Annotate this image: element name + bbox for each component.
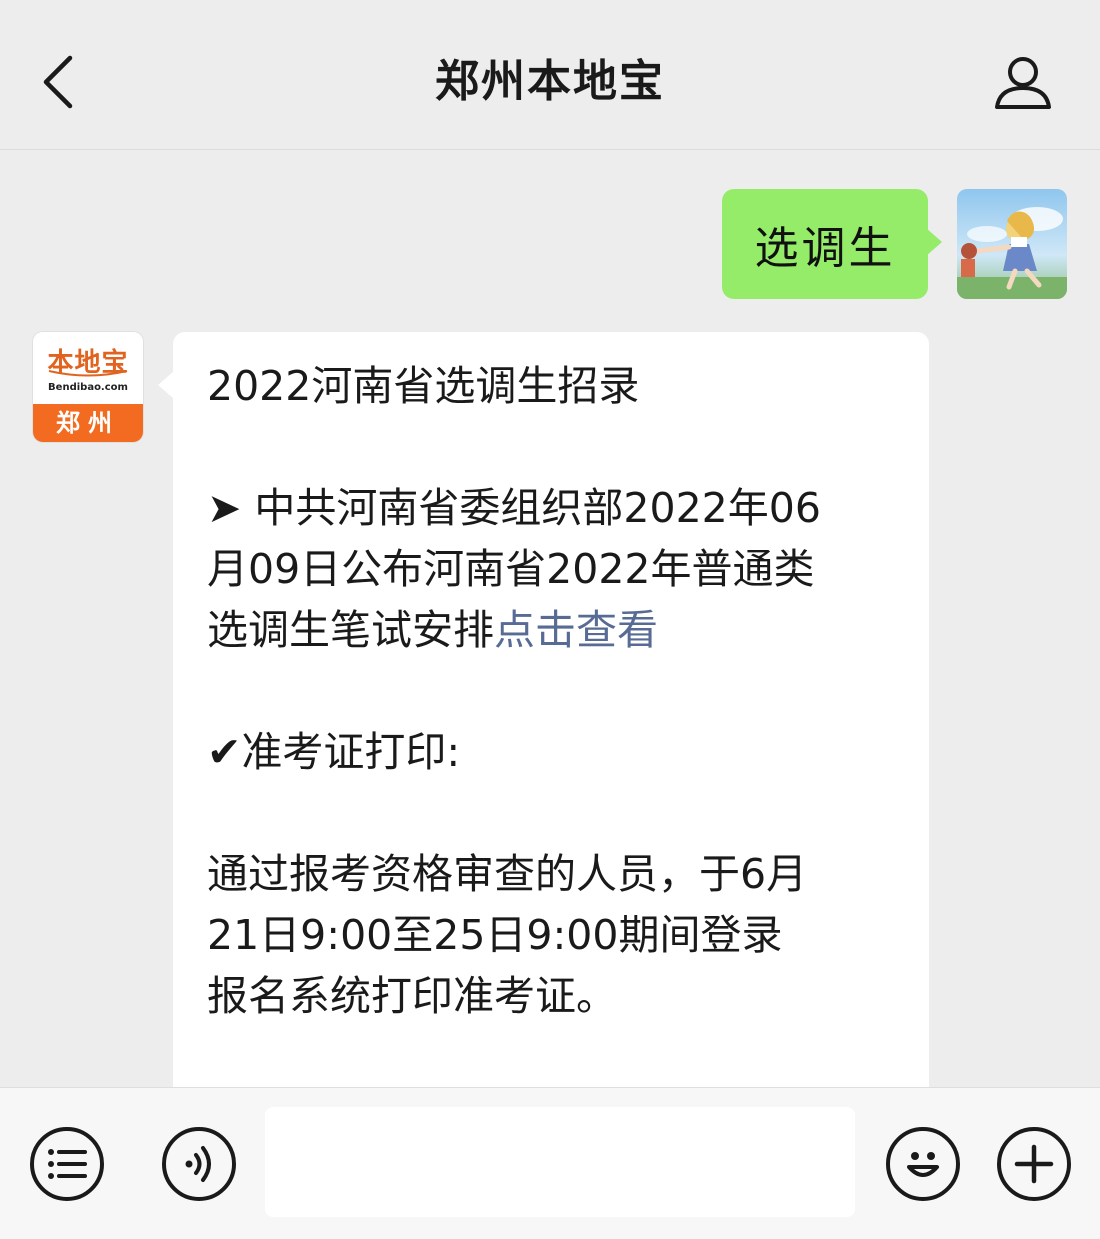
outgoing-bubble-tail bbox=[926, 228, 942, 256]
message-input[interactable] bbox=[265, 1107, 855, 1217]
voice-button[interactable] bbox=[162, 1127, 236, 1201]
voice-icon bbox=[185, 1146, 211, 1182]
outgoing-message-text: 选调生 bbox=[754, 223, 896, 274]
admission-ticket-heading: ✔准考证打印: bbox=[207, 722, 899, 783]
announcement-text-3: 选调生笔试安排 bbox=[207, 606, 494, 654]
bot-avatar-logo: 本地宝 Bendibao.com bbox=[33, 332, 143, 400]
announcement-line: ➤ 中共河南省委组织部2022年06 bbox=[207, 478, 899, 539]
profile-button[interactable] bbox=[986, 48, 1060, 118]
arrow-icon: ➤ bbox=[207, 484, 242, 532]
bot-avatar[interactable]: 本地宝 Bendibao.com 郑州 bbox=[33, 332, 143, 442]
announcement-text-2: 月09日公布河南省2022年普通类 bbox=[207, 545, 815, 593]
incoming-message-bubble[interactable]: 2022河南省选调生招录 ➤ 中共河南省委组织部2022年06 月09日公布河南… bbox=[173, 332, 929, 1112]
incoming-bubble-tail bbox=[158, 371, 174, 399]
announcement-line-3: 选调生笔试安排点击查看 bbox=[207, 600, 899, 661]
top-nav-bar: 郑州本地宝 bbox=[0, 0, 1100, 150]
emoji-icon bbox=[907, 1152, 939, 1177]
emoji-button[interactable] bbox=[886, 1127, 960, 1201]
admission-text-3: 报名系统打印准考证。 bbox=[207, 972, 617, 1020]
outgoing-message-bubble[interactable]: 选调生 bbox=[722, 189, 928, 299]
admission-ticket-title: 准考证打印: bbox=[241, 728, 461, 776]
user-icon bbox=[995, 57, 1051, 109]
bot-avatar-city: 郑州 bbox=[33, 404, 143, 442]
admission-text-1: 通过报考资格审查的人员，于6月 bbox=[207, 850, 808, 898]
user-avatar[interactable] bbox=[957, 189, 1067, 299]
view-details-link[interactable]: 点击查看 bbox=[494, 606, 658, 654]
user-avatar-image bbox=[957, 189, 1067, 299]
more-button[interactable] bbox=[997, 1127, 1071, 1201]
plus-icon bbox=[1014, 1144, 1054, 1184]
list-icon bbox=[48, 1149, 87, 1179]
logo-swoosh-icon bbox=[48, 370, 128, 377]
announcement-text-1: 中共河南省委组织部2022年06 bbox=[254, 484, 821, 532]
menu-button[interactable] bbox=[30, 1127, 104, 1201]
header-divider bbox=[0, 149, 1100, 150]
bot-avatar-logo-url: Bendibao.com bbox=[48, 382, 128, 393]
page-title: 郑州本地宝 bbox=[435, 56, 665, 107]
message-title: 2022河南省选调生招录 bbox=[207, 362, 640, 410]
check-icon: ✔ bbox=[207, 728, 242, 776]
admission-text-2: 21日9:00至25日9:00期间登录 bbox=[207, 911, 783, 959]
